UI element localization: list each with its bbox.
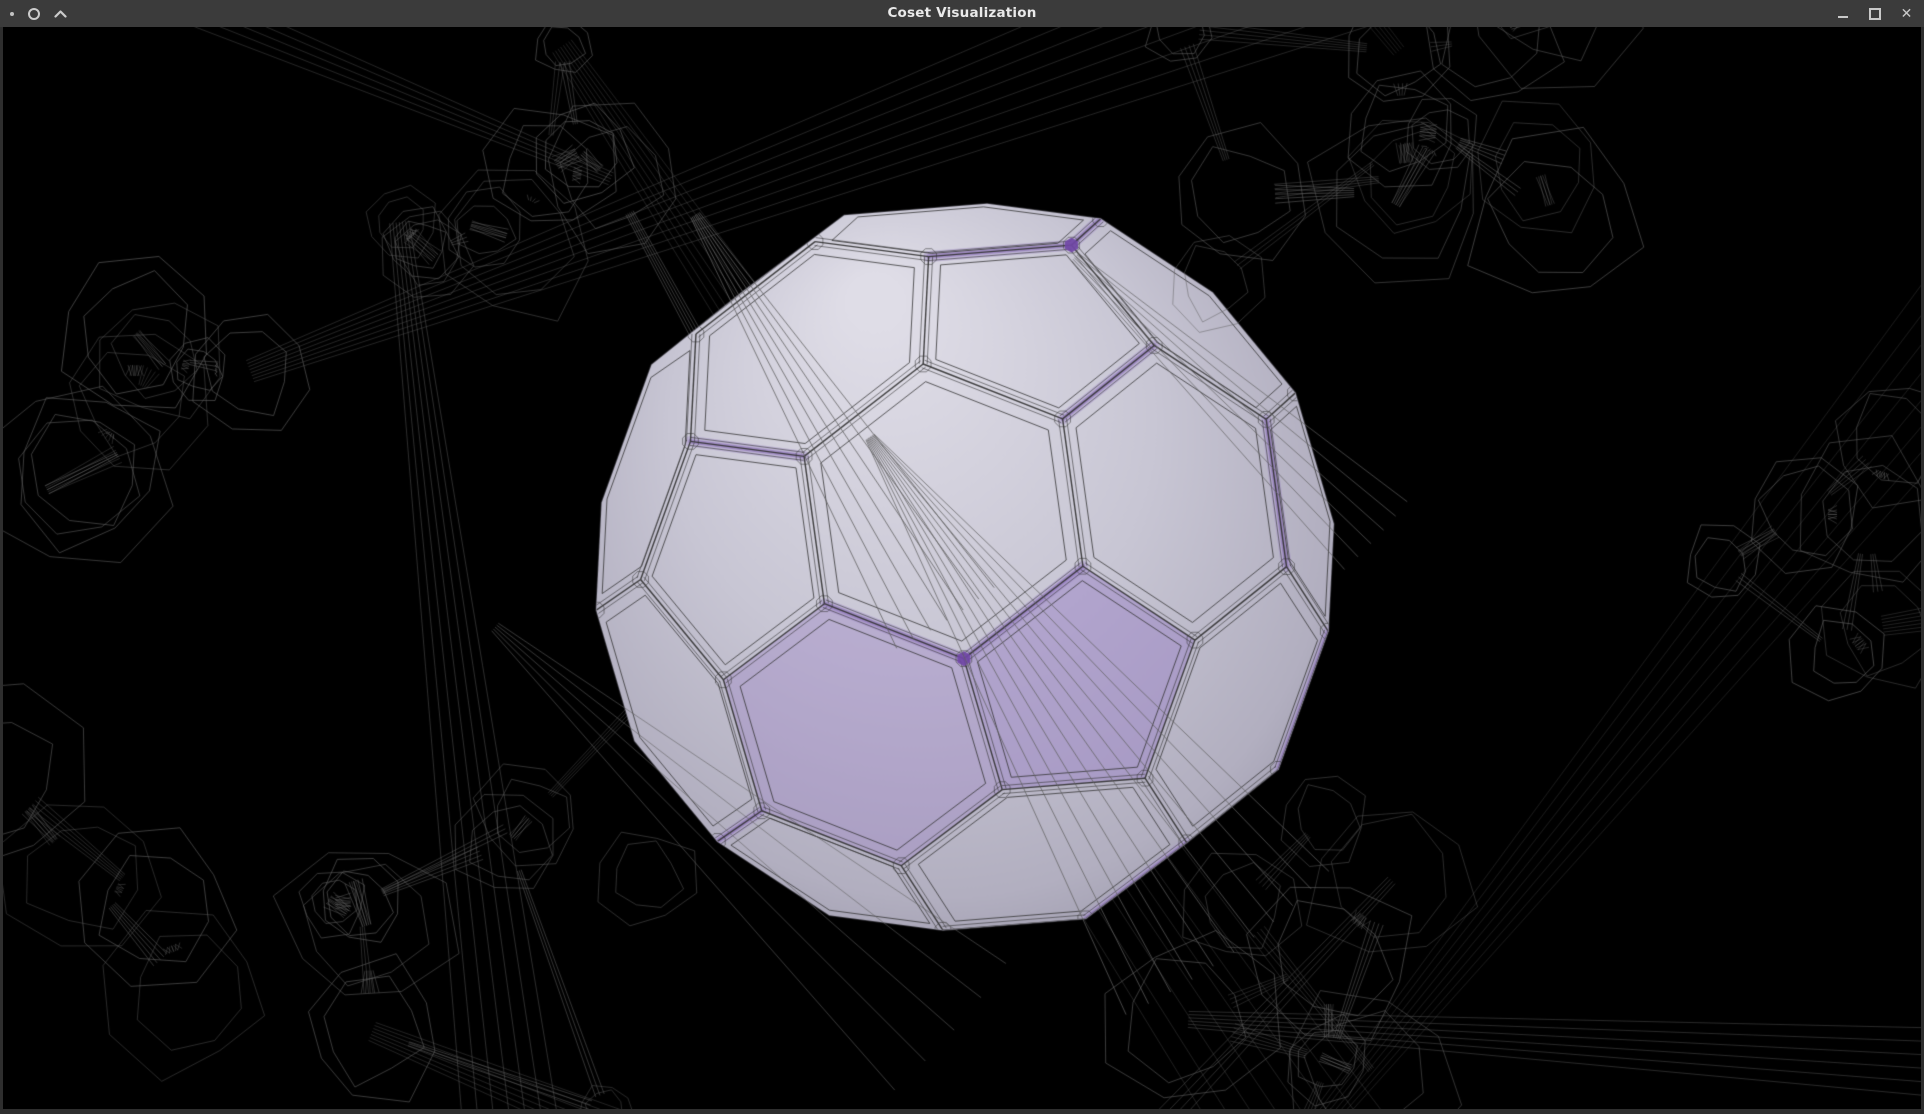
window-controls: ✕	[1834, 0, 1915, 27]
maximize-icon	[1869, 8, 1881, 20]
circle-icon[interactable]	[28, 8, 40, 20]
app-window: Coset Visualization ✕	[0, 0, 1924, 1114]
minimize-button[interactable]	[1834, 5, 1851, 22]
viewport	[3, 27, 1921, 1109]
maximize-button[interactable]	[1866, 5, 1883, 22]
titlebar-left-icons	[10, 0, 67, 27]
dot-icon	[10, 12, 14, 16]
close-button[interactable]: ✕	[1898, 5, 1915, 22]
window-title: Coset Visualization	[0, 0, 1924, 27]
minimize-icon	[1838, 16, 1848, 18]
titlebar[interactable]: Coset Visualization ✕	[0, 0, 1924, 27]
scene-canvas[interactable]	[3, 27, 1921, 1109]
chevron-up-icon[interactable]	[54, 10, 67, 18]
